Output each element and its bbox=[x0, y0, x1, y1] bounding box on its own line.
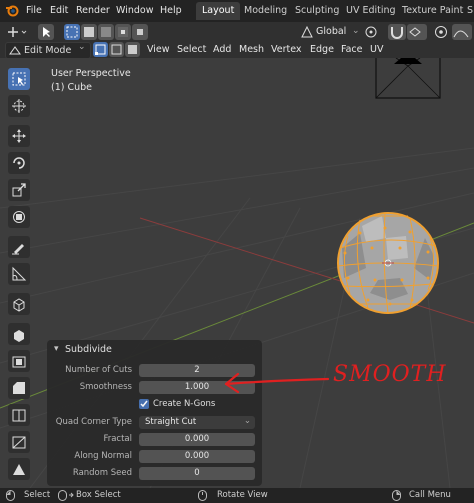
menu-uv[interactable]: UV bbox=[370, 42, 383, 58]
create-ngons-label[interactable]: Create N-Gons bbox=[153, 399, 215, 409]
menu-vertex[interactable]: Vertex bbox=[271, 42, 302, 58]
tab-texture-paint[interactable]: Texture Paint bbox=[396, 2, 469, 20]
chevron-down-icon: ⌄ bbox=[243, 416, 251, 426]
status-select-label: Select bbox=[24, 490, 51, 500]
add-cube-tool[interactable] bbox=[8, 293, 30, 315]
vertex-select-icon[interactable] bbox=[93, 42, 108, 57]
number-of-cuts-label: Number of Cuts bbox=[65, 365, 132, 375]
menu-render[interactable]: Render bbox=[76, 4, 110, 18]
red-arrow-annotation bbox=[224, 372, 330, 394]
mode-dropdown[interactable]: Edit Mode ⌄ bbox=[5, 42, 91, 59]
camera-icon bbox=[375, 58, 441, 99]
along-normal-field[interactable]: 0.000 bbox=[139, 450, 255, 463]
knife-tool[interactable] bbox=[8, 431, 30, 453]
orientation-icon bbox=[300, 25, 314, 39]
mouse-left-icon bbox=[6, 490, 15, 501]
viewport-perspective-label: User Perspective bbox=[51, 68, 131, 79]
select-box-tool[interactable] bbox=[8, 68, 30, 90]
random-seed-field[interactable]: 0 bbox=[139, 467, 255, 480]
tab-shading[interactable]: S bbox=[461, 2, 474, 20]
orientation-dropdown[interactable]: Global bbox=[316, 24, 346, 40]
menu-window[interactable]: Window bbox=[116, 4, 153, 18]
status-call-menu-label: Call Menu bbox=[409, 490, 451, 500]
smooth-annotation-text: SMOOTH bbox=[333, 362, 447, 387]
menu-mesh[interactable]: Mesh bbox=[239, 42, 264, 58]
transform-pivot-icon[interactable] bbox=[6, 25, 28, 39]
quad-corner-type-label: Quad Corner Type bbox=[55, 417, 132, 427]
panel-title: Subdivide bbox=[65, 344, 112, 355]
snap-icon[interactable] bbox=[388, 24, 406, 40]
bevel-tool[interactable] bbox=[8, 377, 30, 399]
fractal-label: Fractal bbox=[103, 434, 132, 444]
snap-target-icon[interactable] bbox=[407, 24, 427, 40]
tab-modeling[interactable]: Modeling bbox=[238, 2, 293, 20]
select-mode-extend-icon[interactable] bbox=[81, 24, 97, 40]
tool-settings-header: Global ⌄ bbox=[0, 22, 474, 42]
poly-build-tool[interactable] bbox=[8, 458, 30, 480]
menu-file[interactable]: File bbox=[26, 4, 42, 18]
status-rotate-view-label: Rotate View bbox=[217, 490, 268, 500]
face-select-icon[interactable] bbox=[125, 42, 140, 57]
mouse-left-drag-icon bbox=[58, 490, 74, 501]
top-menu-bar: File Edit Render Window Help Layout Mode… bbox=[0, 0, 474, 22]
select-mode-new-icon[interactable] bbox=[64, 24, 80, 40]
tab-uv-editing[interactable]: UV Editing bbox=[340, 2, 402, 20]
scale-tool[interactable] bbox=[8, 179, 30, 201]
select-mode-subtract-icon[interactable] bbox=[98, 24, 114, 40]
inset-tool[interactable] bbox=[8, 350, 30, 372]
menu-view[interactable]: View bbox=[147, 42, 170, 58]
mode-label: Edit Mode bbox=[24, 45, 72, 56]
annotate-tool[interactable] bbox=[8, 236, 30, 258]
blender-logo-icon[interactable] bbox=[5, 3, 19, 17]
select-mode-intersect-icon[interactable] bbox=[132, 24, 148, 40]
chevron-down-icon: ⌄ bbox=[78, 42, 86, 52]
quad-corner-type-value: Straight Cut bbox=[145, 417, 197, 427]
menu-add[interactable]: Add bbox=[213, 42, 231, 58]
edge-select-icon[interactable] bbox=[109, 42, 124, 57]
quad-corner-type-dropdown[interactable]: Straight Cut ⌄ bbox=[139, 416, 255, 429]
fractal-field[interactable]: 0.000 bbox=[139, 433, 255, 446]
extrude-tool[interactable] bbox=[8, 323, 30, 345]
measure-tool[interactable] bbox=[8, 263, 30, 285]
status-box-select-label: Box Select bbox=[76, 490, 121, 500]
random-seed-label: Random Seed bbox=[72, 468, 132, 478]
rotate-tool[interactable] bbox=[8, 152, 30, 174]
select-mode-invert-icon[interactable] bbox=[115, 24, 131, 40]
checkmark-icon bbox=[140, 400, 148, 408]
pivot-point-icon[interactable] bbox=[364, 25, 378, 39]
subdivided-cube-mesh[interactable] bbox=[330, 208, 450, 318]
tab-layout[interactable]: Layout bbox=[196, 2, 241, 20]
cursor-tool[interactable] bbox=[8, 95, 30, 117]
chevron-down-icon: ⌄ bbox=[352, 26, 360, 36]
menu-edge[interactable]: Edge bbox=[310, 42, 334, 58]
select-tool-icon[interactable] bbox=[38, 24, 54, 40]
mouse-middle-icon bbox=[198, 490, 207, 501]
menu-edit[interactable]: Edit bbox=[50, 4, 68, 18]
viewport-object-label: (1) Cube bbox=[51, 82, 93, 93]
chevron-down-icon[interactable]: ▾ bbox=[54, 344, 59, 354]
mouse-right-icon bbox=[392, 490, 401, 501]
viewport-header: Edit Mode ⌄ View Select Add Mesh Vertex … bbox=[0, 42, 474, 59]
status-bar: Select Box Select Rotate View Call Menu bbox=[0, 488, 474, 503]
menu-face[interactable]: Face bbox=[341, 42, 362, 58]
proportional-edit-icon[interactable] bbox=[434, 25, 448, 39]
tab-sculpting[interactable]: Sculpting bbox=[289, 2, 345, 20]
smoothness-label: Smoothness bbox=[79, 382, 132, 392]
falloff-icon[interactable] bbox=[452, 24, 472, 40]
move-tool[interactable] bbox=[8, 125, 30, 147]
along-normal-label: Along Normal bbox=[74, 451, 132, 461]
menu-help[interactable]: Help bbox=[160, 4, 182, 18]
loop-cut-tool[interactable] bbox=[8, 404, 30, 426]
create-ngons-checkbox[interactable] bbox=[139, 399, 149, 409]
menu-select[interactable]: Select bbox=[177, 42, 206, 58]
transform-tool[interactable] bbox=[8, 206, 30, 228]
